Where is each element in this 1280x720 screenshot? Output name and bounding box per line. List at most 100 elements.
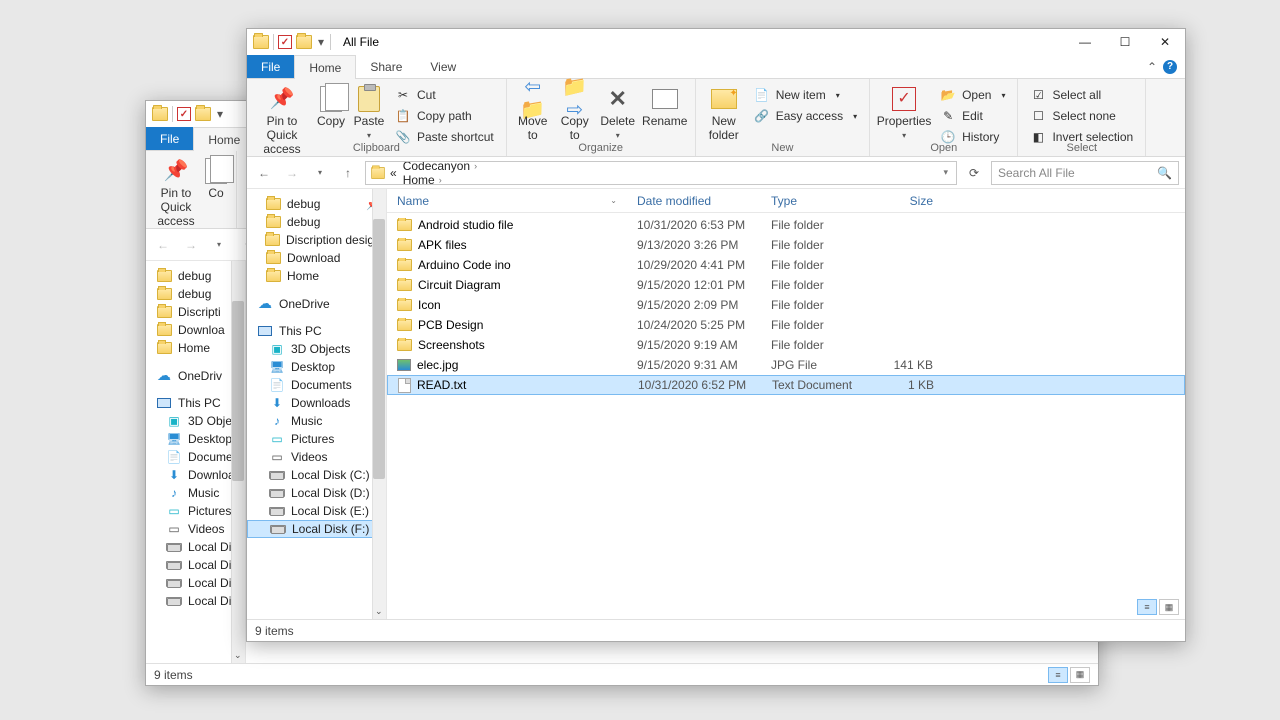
tree-item[interactable]: ⬇Downloads	[247, 394, 386, 412]
tab-file[interactable]: File	[146, 127, 193, 150]
nav-back-button[interactable]: ←	[253, 162, 275, 184]
tree-item[interactable]: Discription design	[247, 231, 386, 249]
maximize-button[interactable]: ☐	[1105, 29, 1145, 55]
tree-item[interactable]: 📄Documents	[247, 376, 386, 394]
tree-item[interactable]: ▭Pictures	[247, 430, 386, 448]
tab-share[interactable]: Share	[356, 55, 416, 78]
refresh-button[interactable]: ⟳	[963, 162, 985, 184]
properties-button[interactable]: ✓Properties▾	[876, 83, 932, 140]
file-row[interactable]: APK files9/13/2020 3:26 PMFile folder	[387, 235, 1185, 255]
tree-this-pc[interactable]: This PC	[247, 322, 386, 340]
delete-button[interactable]: ✕Delete▾	[597, 83, 639, 140]
easy-access-button[interactable]: 🔗Easy access▾	[748, 106, 863, 126]
select-none-button[interactable]: ☐Select none	[1024, 106, 1139, 126]
tree-item[interactable]: Local Disk (E:)	[247, 502, 386, 520]
file-type: File folder	[761, 258, 873, 272]
cloud-icon: ☁	[257, 295, 273, 312]
nav-history-dropdown[interactable]: ▾	[309, 162, 331, 184]
open-button[interactable]: 📂Open▾	[934, 85, 1011, 105]
view-thumbs-button[interactable]: ▦	[1159, 599, 1179, 615]
col-size[interactable]: Size	[873, 194, 943, 208]
properties-qat-icon[interactable]: ✓	[278, 35, 292, 49]
tree-item[interactable]: 🖥Desktop	[247, 358, 386, 376]
col-date[interactable]: Date modified	[627, 194, 761, 208]
chevron-down-icon[interactable]: ⌄	[375, 606, 383, 617]
copy-to-button[interactable]: 📁⇨Copy to	[555, 83, 595, 143]
tree-item[interactable]: Download	[247, 249, 386, 267]
collapse-ribbon-icon[interactable]: ⌃	[1147, 60, 1157, 74]
file-name: Icon	[418, 298, 441, 312]
copy-button[interactable]: Copy	[313, 83, 349, 129]
tree-item[interactable]: ▣3D Objects	[247, 340, 386, 358]
qat-dropdown-icon[interactable]: ▾	[316, 35, 326, 49]
file-row[interactable]: Arduino Code ino10/29/2020 4:41 PMFile f…	[387, 255, 1185, 275]
tree-item[interactable]: ♪Music	[247, 412, 386, 430]
copy-button[interactable]: Co	[202, 155, 230, 201]
close-button[interactable]: ✕	[1145, 29, 1185, 55]
breadcrumb-segment[interactable]: Codecanyon›	[401, 161, 524, 173]
tab-file[interactable]: File	[247, 55, 294, 78]
file-row[interactable]: PCB Design10/24/2020 5:25 PMFile folder	[387, 315, 1185, 335]
properties-qat-icon[interactable]: ✓	[177, 107, 191, 121]
file-type: JPG File	[761, 358, 873, 372]
copy-path-button[interactable]: 📋Copy path	[389, 106, 500, 126]
down-icon: ⬇	[269, 396, 285, 410]
breadcrumb-overflow[interactable]: «	[388, 166, 399, 180]
rename-button[interactable]: Rename	[641, 83, 689, 129]
tree-item[interactable]: ▭Videos	[247, 448, 386, 466]
tree-item[interactable]: Local Disk (D:)	[247, 484, 386, 502]
tree-item[interactable]: Local Disk (F:)	[247, 520, 386, 538]
edit-button[interactable]: ✎Edit	[934, 106, 1011, 126]
file-row[interactable]: elec.jpg9/15/2020 9:31 AMJPG File141 KB	[387, 355, 1185, 375]
folder-icon	[397, 259, 412, 271]
nav-tree[interactable]: debugdebugDiscriptiDownloaHome ☁OneDriv …	[146, 261, 246, 663]
chevron-down-icon: ▾	[616, 131, 620, 140]
col-name[interactable]: Name⌄	[387, 194, 627, 208]
new-item-button[interactable]: 📄New item▾	[748, 85, 863, 105]
breadcrumb-segment[interactable]: Home›	[401, 173, 524, 185]
nav-forward-button[interactable]: →	[281, 162, 303, 184]
file-row[interactable]: READ.txt10/31/2020 6:52 PMText Document1…	[387, 375, 1185, 395]
nav-history-dropdown[interactable]: ▾	[208, 234, 230, 256]
newfolder-qat-icon[interactable]	[195, 107, 211, 121]
cut-button[interactable]: ✂Cut	[389, 85, 500, 105]
titlebar[interactable]: ✓ ▾ All File — ☐ ✕	[247, 29, 1185, 55]
paste-button[interactable]: Paste ▾	[351, 83, 387, 140]
view-details-button[interactable]: ≡	[1048, 667, 1068, 683]
chevron-down-icon[interactable]: ⌄	[234, 650, 242, 661]
pin-icon: 📌	[164, 157, 189, 185]
nav-forward-button[interactable]: →	[180, 234, 202, 256]
view-thumbs-button[interactable]: ▦	[1070, 667, 1090, 683]
tree-item[interactable]: debug	[247, 213, 386, 231]
search-input[interactable]: Search All File 🔍	[991, 161, 1179, 185]
tab-home[interactable]: Home	[294, 55, 356, 79]
help-icon[interactable]: ?	[1163, 60, 1177, 74]
view-details-button[interactable]: ≡	[1137, 599, 1157, 615]
address-dropdown[interactable]: ▾	[939, 167, 952, 178]
col-type[interactable]: Type	[761, 194, 873, 208]
nav-tree[interactable]: debug📌debugDiscription designDownloadHom…	[247, 189, 387, 619]
nav-back-button[interactable]: ←	[152, 234, 174, 256]
move-to-button[interactable]: ⇦📁Move to	[513, 83, 553, 143]
tree-item[interactable]: Local Disk (C:)	[247, 466, 386, 484]
file-type: File folder	[761, 298, 873, 312]
new-folder-button[interactable]: New folder	[702, 83, 746, 143]
nav-up-button[interactable]: ↑	[337, 162, 359, 184]
qat-dropdown-icon[interactable]: ▾	[215, 107, 225, 121]
address-bar[interactable]: « All Final Android app›All App›Codecany…	[365, 161, 957, 185]
explorer-window-front: ✓ ▾ All File — ☐ ✕ File Home Share View …	[246, 28, 1186, 642]
tree-scrollbar[interactable]: ⌄	[231, 261, 245, 663]
folder-icon	[152, 107, 168, 121]
tree-item[interactable]: debug📌	[247, 195, 386, 213]
file-row[interactable]: Circuit Diagram9/15/2020 12:01 PMFile fo…	[387, 275, 1185, 295]
tree-onedrive[interactable]: ☁OneDrive	[247, 293, 386, 314]
tab-view[interactable]: View	[416, 55, 470, 78]
select-all-button[interactable]: ☑Select all	[1024, 85, 1139, 105]
file-row[interactable]: Screenshots9/15/2020 9:19 AMFile folder	[387, 335, 1185, 355]
tree-item[interactable]: Home	[247, 267, 386, 285]
file-row[interactable]: Icon9/15/2020 2:09 PMFile folder	[387, 295, 1185, 315]
file-row[interactable]: Android studio file10/31/2020 6:53 PMFil…	[387, 215, 1185, 235]
newfolder-qat-icon[interactable]	[296, 35, 312, 49]
tree-scrollbar[interactable]: ⌄	[372, 189, 386, 619]
minimize-button[interactable]: —	[1065, 29, 1105, 55]
